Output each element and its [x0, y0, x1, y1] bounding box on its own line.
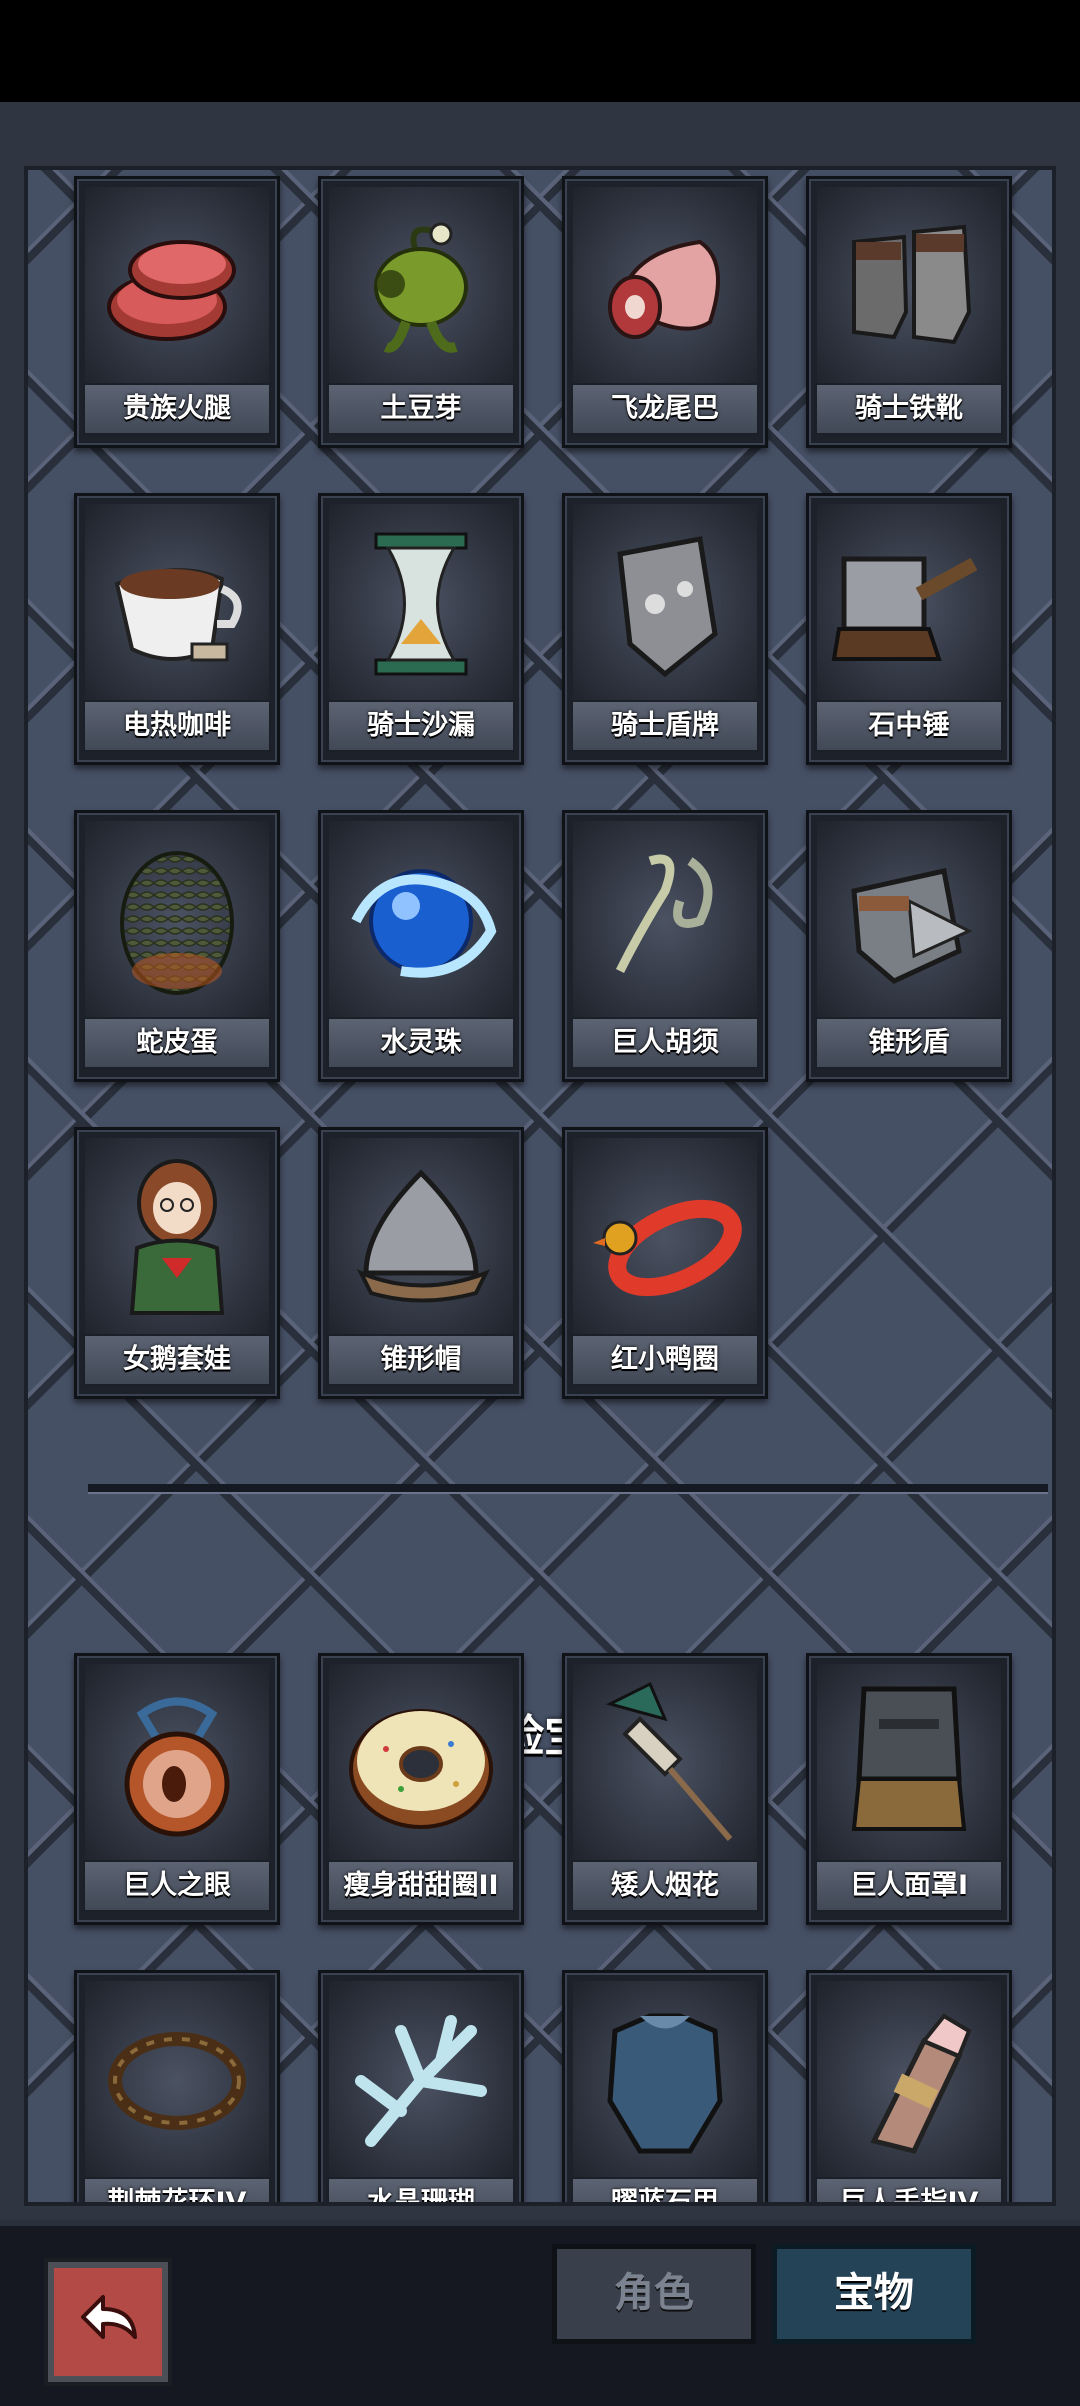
firework-icon — [573, 1664, 757, 1864]
item-card[interactable]: 飞龙尾巴 — [562, 176, 768, 448]
item-card[interactable]: 巨人手指IV — [806, 1970, 1012, 2202]
hammer-icon — [817, 504, 1001, 704]
cone-shield-icon — [817, 821, 1001, 1021]
duck-ring-icon — [573, 1138, 757, 1338]
water-orb-icon — [329, 821, 513, 1021]
item-card[interactable]: 蛇皮蛋 — [74, 810, 280, 1082]
dragon-tail-icon — [573, 187, 757, 387]
item-card[interactable]: 巨人胡须 — [562, 810, 768, 1082]
treasure-board[interactable]: 贵族火腿 土豆芽 飞龙尾巴 骑士铁靴 电热咖啡 骑士沙漏 骑士盾牌 石中锤 蛇皮… — [24, 166, 1056, 2206]
giant-finger-icon — [817, 1981, 1001, 2181]
item-label: 土豆芽 — [327, 383, 515, 435]
item-card[interactable]: 电热咖啡 — [74, 493, 280, 765]
giant-mask-icon — [817, 1664, 1001, 1864]
item-card[interactable]: 巨人之眼 — [74, 1653, 280, 1925]
hourglass-icon — [329, 504, 513, 704]
item-label: 曜蓝石甲 — [571, 2177, 759, 2202]
item-card[interactable]: 瘦身甜甜圈II — [318, 1653, 524, 1925]
item-label: 锥形帽 — [327, 1334, 515, 1386]
tab-role[interactable]: 角色 — [552, 2244, 756, 2344]
item-card[interactable]: 矮人烟花 — [562, 1653, 768, 1925]
crystal-coral-icon — [329, 1981, 513, 2181]
item-label: 骑士沙漏 — [327, 700, 515, 752]
giant-beard-icon — [573, 821, 757, 1021]
item-card[interactable]: 贵族火腿 — [74, 176, 280, 448]
item-card[interactable]: 骑士盾牌 — [562, 493, 768, 765]
item-label: 水灵珠 — [327, 1017, 515, 1069]
giant-eye-icon — [85, 1664, 269, 1864]
item-label: 巨人之眼 — [83, 1860, 271, 1912]
item-label: 蛇皮蛋 — [83, 1017, 271, 1069]
blue-armor-icon — [573, 1981, 757, 2181]
item-label: 飞龙尾巴 — [571, 383, 759, 435]
knight-shield-icon — [573, 504, 757, 704]
item-card[interactable]: 红小鸭圈 — [562, 1127, 768, 1399]
potato-sprout-icon — [329, 187, 513, 387]
item-card[interactable]: 水灵珠 — [318, 810, 524, 1082]
snake-egg-icon — [85, 821, 269, 1021]
item-label: 矮人烟花 — [571, 1860, 759, 1912]
item-label: 骑士铁靴 — [815, 383, 1003, 435]
item-label: 骑士盾牌 — [571, 700, 759, 752]
item-label: 电热咖啡 — [83, 700, 271, 752]
item-card[interactable]: 荆棘花环IV — [74, 1970, 280, 2202]
item-card[interactable]: 骑士铁靴 — [806, 176, 1012, 448]
item-label: 巨人手指IV — [815, 2177, 1003, 2202]
item-card[interactable]: 骑士沙漏 — [318, 493, 524, 765]
item-label: 巨人胡须 — [571, 1017, 759, 1069]
item-card[interactable]: 女鹅套娃 — [74, 1127, 280, 1399]
item-label: 水晶珊瑚 — [327, 2177, 515, 2202]
item-label: 女鹅套娃 — [83, 1334, 271, 1386]
item-card[interactable]: 锥形帽 — [318, 1127, 524, 1399]
item-card[interactable]: 巨人面罩I — [806, 1653, 1012, 1925]
iron-boots-icon — [817, 187, 1001, 387]
item-card[interactable]: 水晶珊瑚 — [318, 1970, 524, 2202]
item-card[interactable]: 锥形盾 — [806, 810, 1012, 1082]
item-card[interactable]: 曜蓝石甲 — [562, 1970, 768, 2202]
item-label: 贵族火腿 — [83, 383, 271, 435]
item-label: 锥形盾 — [815, 1017, 1003, 1069]
cone-helmet-icon — [329, 1138, 513, 1338]
matryoshka-icon — [85, 1138, 269, 1338]
thorn-wreath-icon — [85, 1981, 269, 2181]
item-label: 红小鸭圈 — [571, 1334, 759, 1386]
ham-icon — [85, 187, 269, 387]
back-button[interactable] — [48, 2262, 168, 2382]
item-label: 石中锤 — [815, 700, 1003, 752]
item-label: 巨人面罩I — [815, 1860, 1003, 1912]
item-card[interactable]: 土豆芽 — [318, 176, 524, 448]
item-card[interactable]: 石中锤 — [806, 493, 1012, 765]
bottom-bar: 角色 宝物 — [0, 2220, 1080, 2406]
item-label: 瘦身甜甜圈II — [327, 1860, 515, 1912]
coffee-cup-icon — [85, 504, 269, 704]
section-divider — [88, 1484, 1048, 1494]
back-arrow-icon — [81, 2295, 137, 2339]
donut-icon — [329, 1664, 513, 1864]
tab-treasure[interactable]: 宝物 — [772, 2244, 976, 2344]
item-label: 荆棘花环IV — [83, 2177, 271, 2202]
